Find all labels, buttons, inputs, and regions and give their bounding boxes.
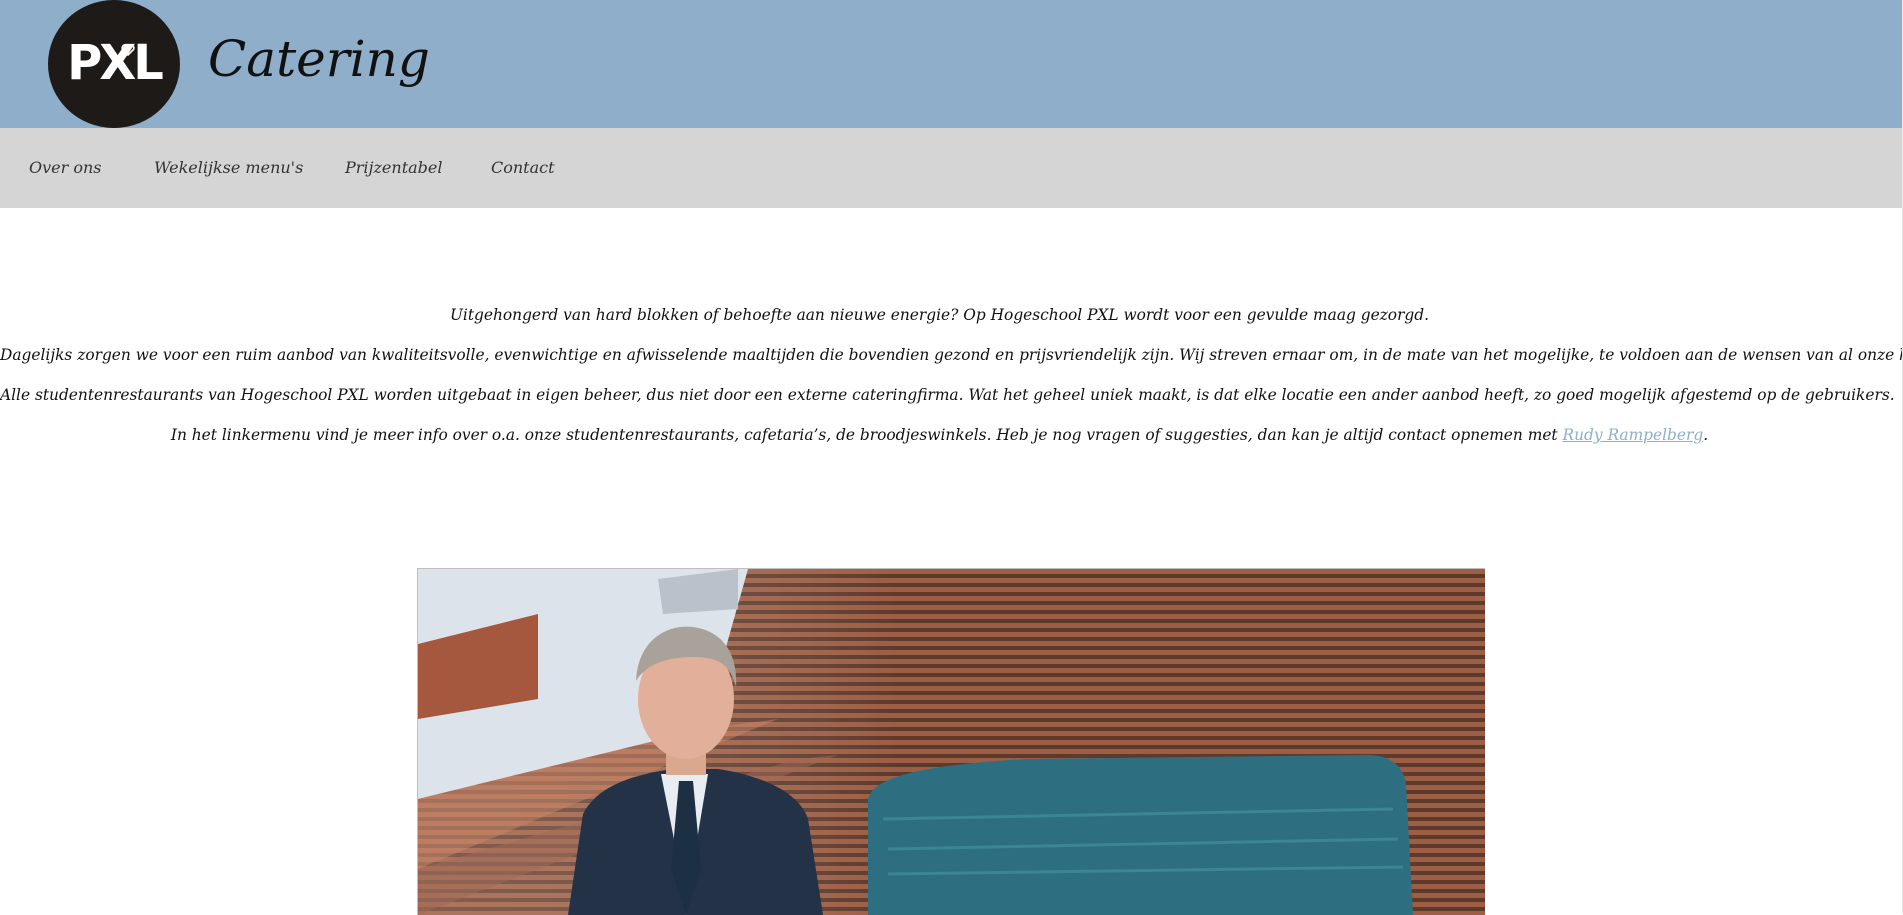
nav-item-wekelijkse-menus[interactable]: Wekelijkse menu's xyxy=(154,156,303,180)
video-still xyxy=(418,569,1485,915)
nav-item-contact[interactable]: Contact xyxy=(491,156,555,180)
logo-text: PXL xyxy=(67,35,164,91)
site-header: PXL Catering xyxy=(0,0,1903,128)
nav-item-prijzentabel[interactable]: Prijzentabel xyxy=(345,156,443,180)
site-title: Catering xyxy=(208,30,430,88)
main-nav: Over ons Wekelijkse menu's Prijzentabel … xyxy=(0,128,1903,208)
intro-content: Uitgehongerd van hard blokken of behoeft… xyxy=(0,303,1903,463)
paragraph-4-text: In het linkermenu vind je meer info over… xyxy=(170,426,1563,444)
pxl-logo[interactable]: PXL xyxy=(48,0,180,128)
nav-item-over-ons[interactable]: Over ons xyxy=(29,156,102,180)
intro-paragraph-2: Dagelijks zorgen we voor een ruim aanbod… xyxy=(0,346,1903,364)
intro-video[interactable] xyxy=(417,568,1485,915)
paragraph-4-end: . xyxy=(1703,426,1709,444)
intro-paragraph-1: Uitgehongerd van hard blokken of behoeft… xyxy=(449,306,1430,324)
intro-paragraph-4: In het linkermenu vind je meer info over… xyxy=(0,423,1879,447)
intro-paragraph-3: Alle studentenrestaurants van Hogeschool… xyxy=(0,386,1895,404)
contact-person-link[interactable]: Rudy Rampelberg xyxy=(1563,426,1704,444)
